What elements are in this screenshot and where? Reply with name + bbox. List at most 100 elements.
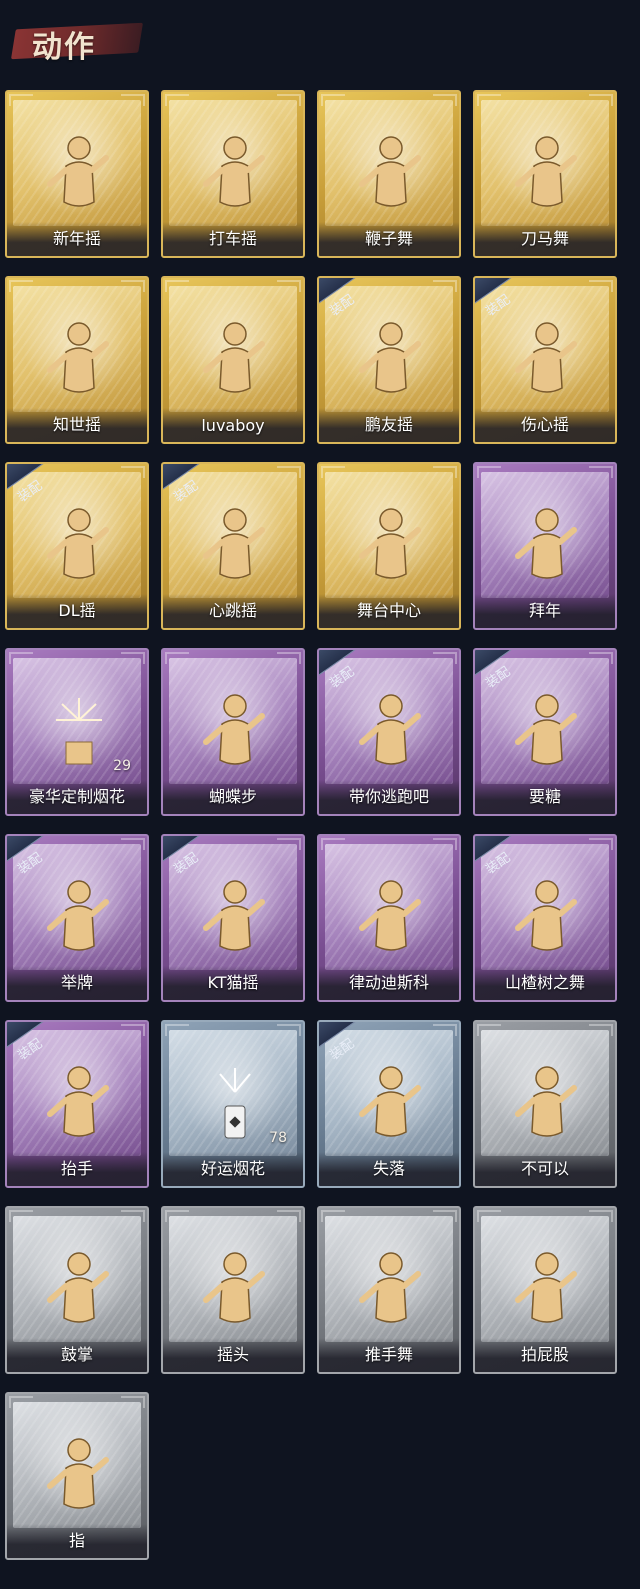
frame-corner-ornament [433, 280, 457, 292]
frame-corner-ornament [589, 1024, 613, 1036]
emote-card[interactable]: 拍屁股 [473, 1206, 617, 1374]
frame-corner-ornament [165, 1024, 189, 1036]
emote-card[interactable]: 知世摇 [5, 276, 149, 444]
frame-corner-ornament [121, 280, 145, 292]
emote-card[interactable]: 鞭子舞 [317, 90, 461, 258]
emote-name: 推手舞 [364, 1345, 413, 1364]
dance-pose-icon [356, 132, 426, 214]
frame-corner-ornament [477, 94, 501, 106]
frame-corner-ornament [121, 1210, 145, 1222]
section-header: 动作 [10, 18, 144, 65]
emote-card[interactable]: 豪华定制烟花 29 [5, 648, 149, 816]
emote-card[interactable]: 打车摇 [161, 90, 305, 258]
emote-name: 山楂树之舞 [504, 973, 585, 992]
emote-card[interactable]: 鹏友摇 装配 [317, 276, 461, 444]
emote-name: 鼓掌 [60, 1345, 93, 1364]
clap-icon [44, 1248, 114, 1330]
emote-card[interactable]: 要糖 装配 [473, 648, 617, 816]
frame-corner-ornament [121, 652, 145, 664]
frame-corner-ornament [477, 1210, 501, 1222]
emote-card[interactable]: luvaboy [161, 276, 305, 444]
emote-card[interactable]: 好运烟花 78 [161, 1020, 305, 1188]
frame-corner-ornament [589, 1210, 613, 1222]
emote-name: 抬手 [60, 1159, 93, 1178]
frame-corner-ornament [321, 94, 345, 106]
emote-name: KT猫摇 [207, 973, 259, 992]
frame-corner-ornament [9, 94, 33, 106]
dance-pose-icon [512, 132, 582, 214]
dance-pose-icon [512, 876, 582, 958]
emote-name: 要糖 [528, 787, 561, 806]
bow-greeting-icon [512, 504, 582, 586]
emote-card[interactable]: 失落 装配 [317, 1020, 461, 1188]
emote-name: 好运烟花 [200, 1159, 265, 1178]
emote-card[interactable]: 带你逃跑吧 装配 [317, 648, 461, 816]
dance-pose-icon [44, 318, 114, 400]
emote-name: 拍屁股 [520, 1345, 569, 1364]
frame-corner-ornament [277, 652, 301, 664]
fireworks-box-icon [44, 690, 114, 772]
frame-corner-ornament [9, 280, 33, 292]
crawl-pose-icon [356, 1062, 426, 1144]
emote-name: 律动迪斯科 [348, 973, 429, 992]
emote-card[interactable]: 心跳摇 装配 [161, 462, 305, 630]
emote-card[interactable]: 不可以 [473, 1020, 617, 1188]
emote-card[interactable]: 指 [5, 1392, 149, 1560]
emote-card[interactable]: 鼓掌 [5, 1206, 149, 1374]
frame-corner-ornament [165, 94, 189, 106]
emote-card[interactable]: 刀马舞 [473, 90, 617, 258]
item-count: 29 [113, 758, 131, 774]
emote-card[interactable]: 伤心摇 装配 [473, 276, 617, 444]
frame-corner-ornament [121, 94, 145, 106]
emote-card[interactable]: DL摇 装配 [5, 462, 149, 630]
dance-pose-icon [356, 318, 426, 400]
emote-name: 举牌 [60, 973, 93, 992]
emote-name: 心跳摇 [208, 601, 257, 620]
frame-corner-ornament [321, 466, 345, 478]
emote-name: 失落 [372, 1159, 405, 1178]
dance-pose-icon [200, 504, 270, 586]
emote-name: 知世摇 [52, 415, 101, 434]
butt-slap-icon [512, 1248, 582, 1330]
emote-card[interactable]: KT猫摇 装配 [161, 834, 305, 1002]
emote-card[interactable]: 拜年 [473, 462, 617, 630]
point-hand-icon [44, 1434, 114, 1516]
emote-name: 指 [68, 1531, 85, 1550]
emote-name: 拜年 [528, 601, 561, 620]
dance-pose-icon [356, 876, 426, 958]
emote-card[interactable]: 律动迪斯科 [317, 834, 461, 1002]
emote-card[interactable]: 举牌 装配 [5, 834, 149, 1002]
frame-corner-ornament [9, 1210, 33, 1222]
emote-card[interactable]: 摇头 [161, 1206, 305, 1374]
frame-corner-ornament [165, 652, 189, 664]
emote-card[interactable]: 山楂树之舞 装配 [473, 834, 617, 1002]
emote-name: 新年摇 [52, 229, 101, 248]
push-hands-icon [356, 1248, 426, 1330]
reach-hand-icon [512, 690, 582, 772]
firework-can-icon [200, 1062, 270, 1144]
frame-corner-ornament [433, 838, 457, 850]
frame-corner-ornament [433, 466, 457, 478]
emote-name: 豪华定制烟花 [28, 787, 125, 806]
frame-corner-ornament [321, 1210, 345, 1222]
dance-pose-icon [200, 318, 270, 400]
emote-name: 鞭子舞 [364, 229, 413, 248]
emote-name: 舞台中心 [356, 601, 421, 620]
frame-corner-ornament [589, 838, 613, 850]
emote-card[interactable]: 舞台中心 [317, 462, 461, 630]
emote-name: 刀马舞 [520, 229, 569, 248]
frame-corner-ornament [277, 94, 301, 106]
finger-wag-icon [512, 1062, 582, 1144]
emote-name: 伤心摇 [520, 415, 569, 434]
hold-sign-icon [44, 876, 114, 958]
dance-pose-icon [356, 690, 426, 772]
emote-name: 蝴蝶步 [208, 787, 257, 806]
emote-card[interactable]: 新年摇 [5, 90, 149, 258]
emote-card[interactable]: 抬手 装配 [5, 1020, 149, 1188]
emote-name: 打车摇 [208, 229, 257, 248]
emote-card[interactable]: 蝴蝶步 [161, 648, 305, 816]
frame-corner-ornament [121, 466, 145, 478]
frame-corner-ornament [433, 1210, 457, 1222]
frame-corner-ornament [433, 1024, 457, 1036]
emote-card[interactable]: 推手舞 [317, 1206, 461, 1374]
